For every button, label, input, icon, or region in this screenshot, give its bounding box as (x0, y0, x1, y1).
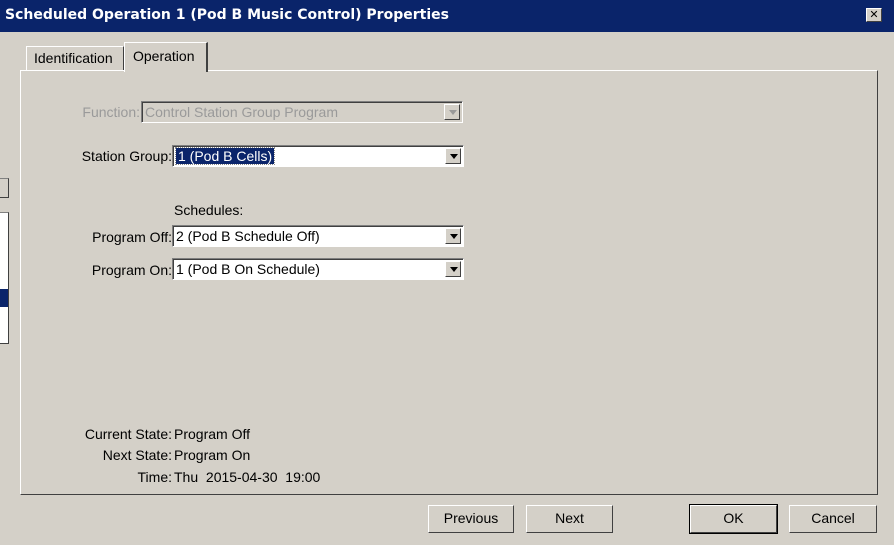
program-on-label: Program On: (91, 262, 172, 278)
next-button[interactable]: Next (526, 505, 613, 533)
background-window-edge (0, 166, 12, 352)
program-on-select-value: 1 (Pod B On Schedule) (176, 261, 320, 277)
previous-button[interactable]: Previous (428, 505, 514, 533)
window-title: Scheduled Operation 1 (Pod B Music Contr… (5, 7, 449, 23)
close-button[interactable]: ✕ (866, 8, 882, 22)
tab-operation[interactable]: Operation (124, 42, 208, 72)
background-window-list (0, 212, 9, 344)
chevron-down-icon[interactable] (445, 148, 461, 164)
next-state-label: Next State: (102, 447, 172, 463)
program-off-select-value: 2 (Pod B Schedule Off) (176, 228, 320, 244)
background-window-selection (0, 289, 8, 307)
background-window-button (0, 178, 9, 198)
current-state-label: Current State: (84, 426, 172, 442)
ok-button[interactable]: OK (689, 504, 778, 534)
chevron-down-icon (444, 104, 460, 120)
station-group-label: Station Group: (81, 148, 172, 164)
station-group-select[interactable]: 1 (Pod B Cells) (172, 145, 464, 167)
function-select-value: Control Station Group Program (145, 104, 338, 120)
program-on-select[interactable]: 1 (Pod B On Schedule) (172, 258, 464, 280)
chevron-down-icon[interactable] (445, 228, 461, 244)
tab-operation-label: Operation (133, 48, 195, 64)
current-state-value: Program Off (174, 426, 250, 442)
tab-identification-label: Identification (34, 50, 113, 66)
station-group-select-value: 1 (Pod B Cells) (174, 147, 276, 165)
next-state-value: Program On (174, 447, 251, 463)
function-label: Function: (82, 104, 140, 120)
function-select: Control Station Group Program (141, 101, 463, 123)
schedules-heading: Schedules: (174, 202, 244, 218)
time-value: Thu 2015-04-30 19:00 (174, 469, 321, 485)
program-off-label: Program Off: (92, 229, 172, 245)
program-off-select[interactable]: 2 (Pod B Schedule Off) (172, 225, 464, 247)
time-label: Time: (137, 469, 172, 485)
cancel-button[interactable]: Cancel (789, 505, 877, 533)
title-bar: Scheduled Operation 1 (Pod B Music Contr… (0, 0, 894, 32)
close-icon: ✕ (869, 8, 879, 21)
tab-identification[interactable]: Identification (26, 46, 124, 70)
chevron-down-icon[interactable] (445, 261, 461, 277)
